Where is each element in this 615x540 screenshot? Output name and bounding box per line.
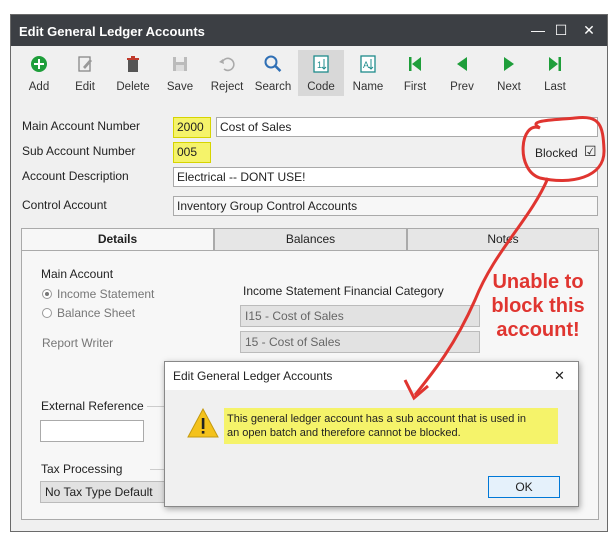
annotation-text: Unable to block this account! bbox=[468, 270, 608, 342]
annotation-line1: Unable to bbox=[492, 271, 584, 293]
blocked-circle-mark bbox=[521, 115, 606, 182]
annotation-line2: block this bbox=[491, 295, 585, 317]
annotation-line3: account! bbox=[496, 319, 580, 341]
